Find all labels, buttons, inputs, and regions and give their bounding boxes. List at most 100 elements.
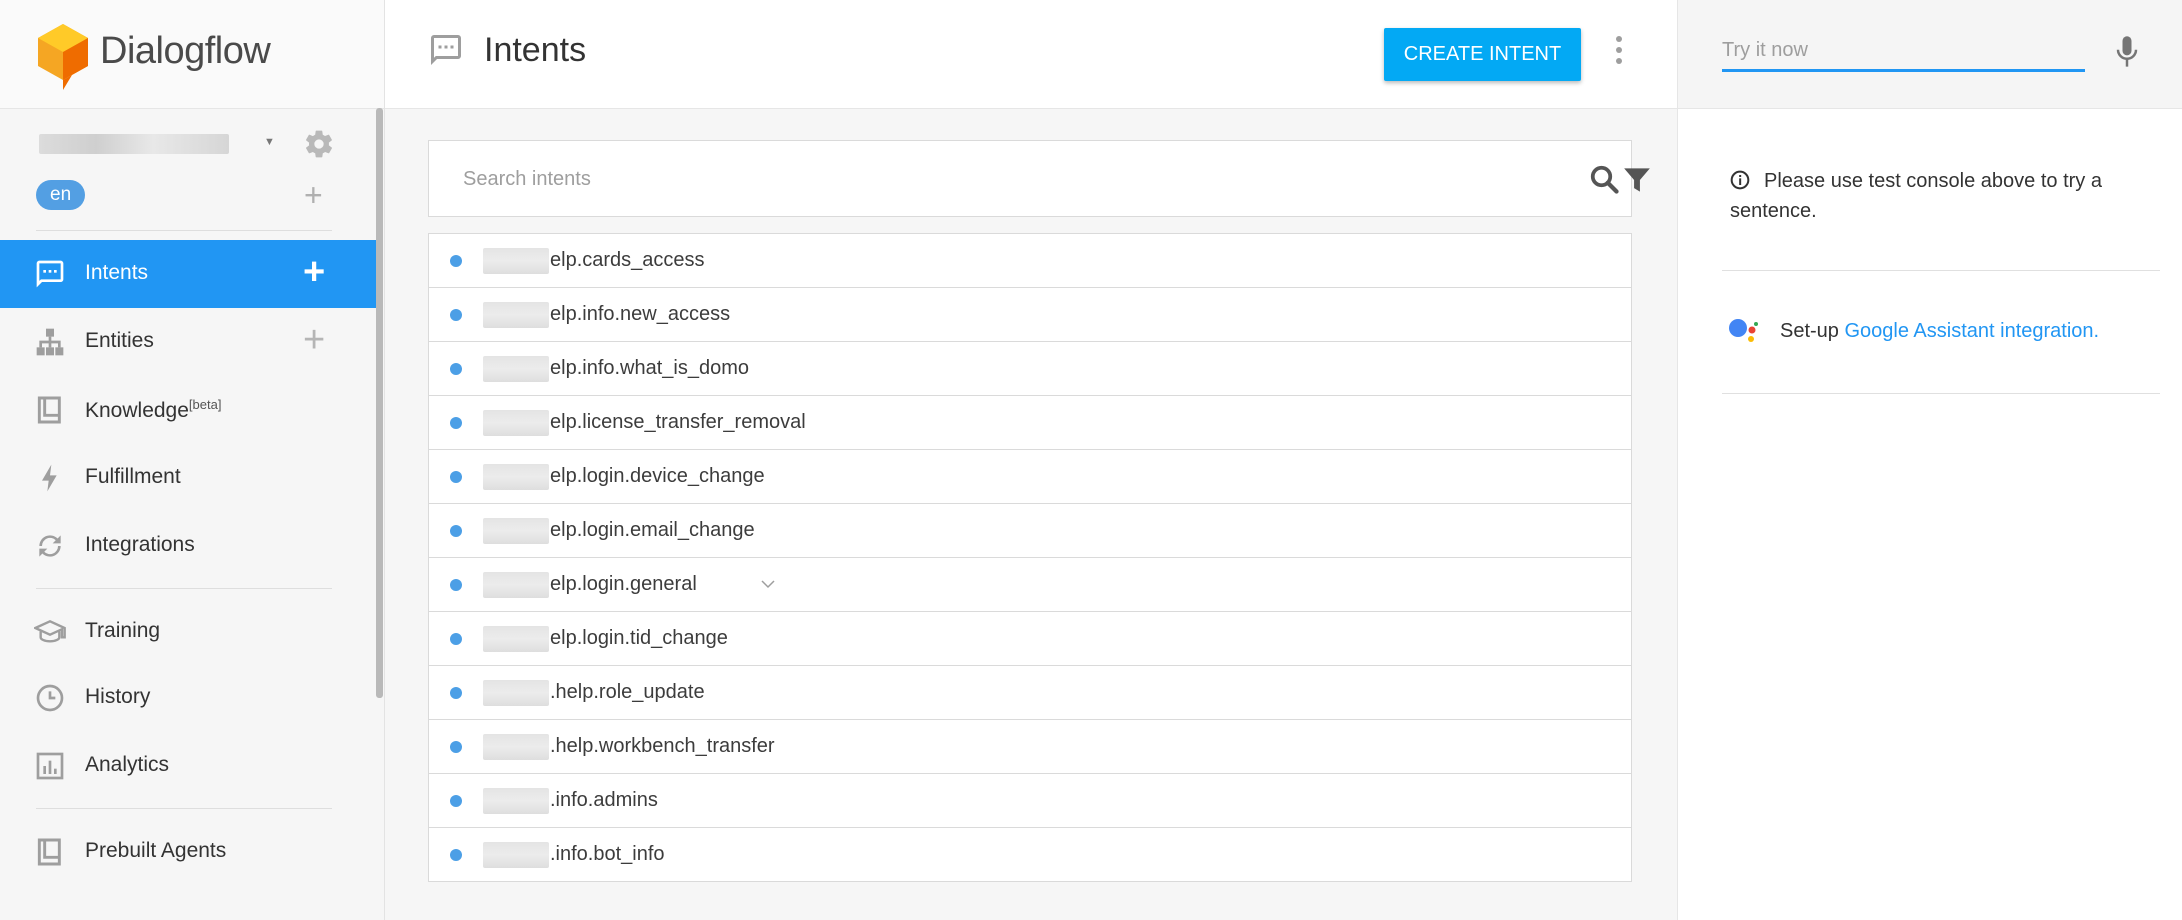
redacted-prefix (483, 842, 549, 868)
sidebar-item-history[interactable]: History (0, 664, 376, 732)
sidebar-item-training[interactable]: Training (0, 598, 376, 666)
info-message: Please use test console above to try a s… (1730, 166, 2150, 226)
search-input[interactable] (463, 161, 1463, 197)
chevron-down-icon[interactable] (759, 575, 777, 593)
sidebar-divider (36, 588, 332, 589)
clock-icon (36, 684, 64, 712)
intent-name[interactable]: elp.license_transfer_removal (550, 411, 806, 434)
assistant-setup-text: Set-up Google Assistant integration. (1780, 320, 2099, 343)
sidebar-divider (36, 808, 332, 809)
assistant-prefix: Set-up (1780, 320, 1845, 342)
microphone-icon[interactable] (2113, 34, 2141, 70)
intent-name[interactable]: elp.cards_access (550, 249, 705, 272)
sidebar-item-label: Analytics (85, 753, 170, 776)
search-icon[interactable] (1589, 163, 1619, 195)
intent-name[interactable]: .info.admins (550, 789, 658, 812)
intent-status-dot (450, 687, 462, 699)
redacted-prefix (483, 734, 549, 760)
intent-row[interactable]: .info.admins (429, 774, 1631, 828)
intent-row[interactable]: elp.login.general (429, 558, 1631, 612)
intent-status-dot (450, 741, 462, 753)
redacted-prefix (483, 248, 549, 274)
sidebar-item-label: Integrations (85, 533, 195, 556)
test-console-panel: Please use test console above to try a s… (1677, 0, 2182, 920)
intent-status-dot (450, 849, 462, 861)
intent-row[interactable]: .help.workbench_transfer (429, 720, 1631, 774)
sidebar-item-label: Fulfillment (85, 465, 181, 488)
redacted-prefix (483, 626, 549, 652)
intent-name[interactable]: elp.info.what_is_domo (550, 357, 749, 380)
logo-row: Dialogflow (0, 0, 384, 109)
add-entity-icon[interactable]: + (303, 320, 325, 360)
intent-row[interactable]: elp.login.email_change (429, 504, 1631, 558)
sidebar-item-fulfillment[interactable]: Fulfillment (0, 444, 376, 512)
sidebar-item-label: History (85, 685, 151, 708)
caret-down-icon[interactable]: ▼ (264, 136, 275, 148)
knowledge-label: Knowledge (85, 399, 189, 422)
sidebar-item-label: Intents (85, 261, 149, 284)
sidebar-item-label: Prebuilt Agents (85, 839, 227, 862)
sitemap-icon (36, 328, 64, 356)
gear-icon[interactable] (303, 128, 335, 160)
sidebar-item-integrations[interactable]: Integrations (0, 512, 376, 580)
intent-name[interactable]: elp.login.general (550, 573, 697, 596)
sidebar-item-label: Knowledge[beta] (85, 397, 221, 423)
redacted-prefix (483, 356, 549, 382)
intent-row[interactable]: elp.login.device_change (429, 450, 1631, 504)
app-name: Dialogflow (100, 30, 271, 72)
intent-row[interactable]: .help.role_update (429, 666, 1631, 720)
intent-name[interactable]: elp.login.tid_change (550, 627, 728, 650)
intent-status-dot (450, 795, 462, 807)
intent-name[interactable]: .info.bot_info (550, 843, 665, 866)
sync-icon (39, 535, 61, 557)
sidebar-item-prebuilt-agents[interactable]: Prebuilt Agents (0, 818, 376, 886)
intent-status-dot (450, 255, 462, 267)
redacted-prefix (483, 302, 549, 328)
redacted-prefix (483, 410, 549, 436)
intent-name[interactable]: elp.info.new_access (550, 303, 730, 326)
page-title: Intents (484, 31, 587, 69)
agent-name[interactable] (39, 134, 229, 154)
language-row: en + (36, 179, 346, 214)
intent-name[interactable]: elp.login.device_change (550, 465, 765, 488)
add-intent-icon[interactable]: + (303, 252, 325, 292)
redacted-prefix (483, 572, 549, 598)
sidebar-item-entities[interactable]: Entities + (0, 308, 376, 376)
sidebar-item-intents[interactable]: Intents + (0, 240, 376, 308)
intent-row[interactable]: elp.login.tid_change (429, 612, 1631, 666)
filter-icon[interactable] (1623, 165, 1651, 195)
sidebar: Dialogflow ▼ en + Intents + Entities + K… (0, 0, 385, 920)
chat-bubble-icon (36, 260, 64, 288)
intent-row[interactable]: elp.info.what_is_domo (429, 342, 1631, 396)
intent-row[interactable]: elp.info.new_access (429, 288, 1631, 342)
redacted-prefix (483, 788, 549, 814)
google-assistant-link[interactable]: Google Assistant integration. (1844, 320, 2099, 342)
intent-row[interactable]: elp.license_transfer_removal (429, 396, 1631, 450)
intent-status-dot (450, 525, 462, 537)
bolt-icon (42, 464, 57, 492)
intent-name[interactable]: .help.workbench_transfer (550, 735, 775, 758)
intent-name[interactable]: .help.role_update (550, 681, 705, 704)
agent-selector[interactable]: ▼ (36, 128, 346, 158)
add-language-icon[interactable]: + (304, 179, 323, 211)
bar-chart-icon (36, 752, 64, 780)
page-header: Intents CREATE INTENT (385, 0, 1677, 109)
book-icon (37, 838, 61, 866)
language-badge[interactable]: en (36, 180, 86, 210)
create-intent-button[interactable]: CREATE INTENT (1384, 28, 1581, 81)
google-assistant-icon (1729, 319, 1758, 342)
intent-status-dot (450, 363, 462, 375)
redacted-prefix (483, 680, 549, 706)
intent-row[interactable]: elp.cards_access (429, 234, 1631, 288)
more-vert-icon[interactable] (1607, 30, 1631, 70)
sidebar-item-knowledge[interactable]: Knowledge[beta] (0, 376, 376, 444)
intent-list: elp.cards_access elp.info.new_access elp… (428, 233, 1632, 882)
try-it-input[interactable] (1722, 32, 2085, 72)
panel-divider (1722, 393, 2160, 394)
intent-status-dot (450, 579, 462, 591)
intent-row[interactable]: .info.bot_info (429, 828, 1631, 882)
sidebar-scrollbar[interactable] (376, 108, 383, 698)
graduation-cap-icon (34, 620, 66, 643)
sidebar-item-analytics[interactable]: Analytics (0, 732, 376, 800)
intent-name[interactable]: elp.login.email_change (550, 519, 755, 542)
